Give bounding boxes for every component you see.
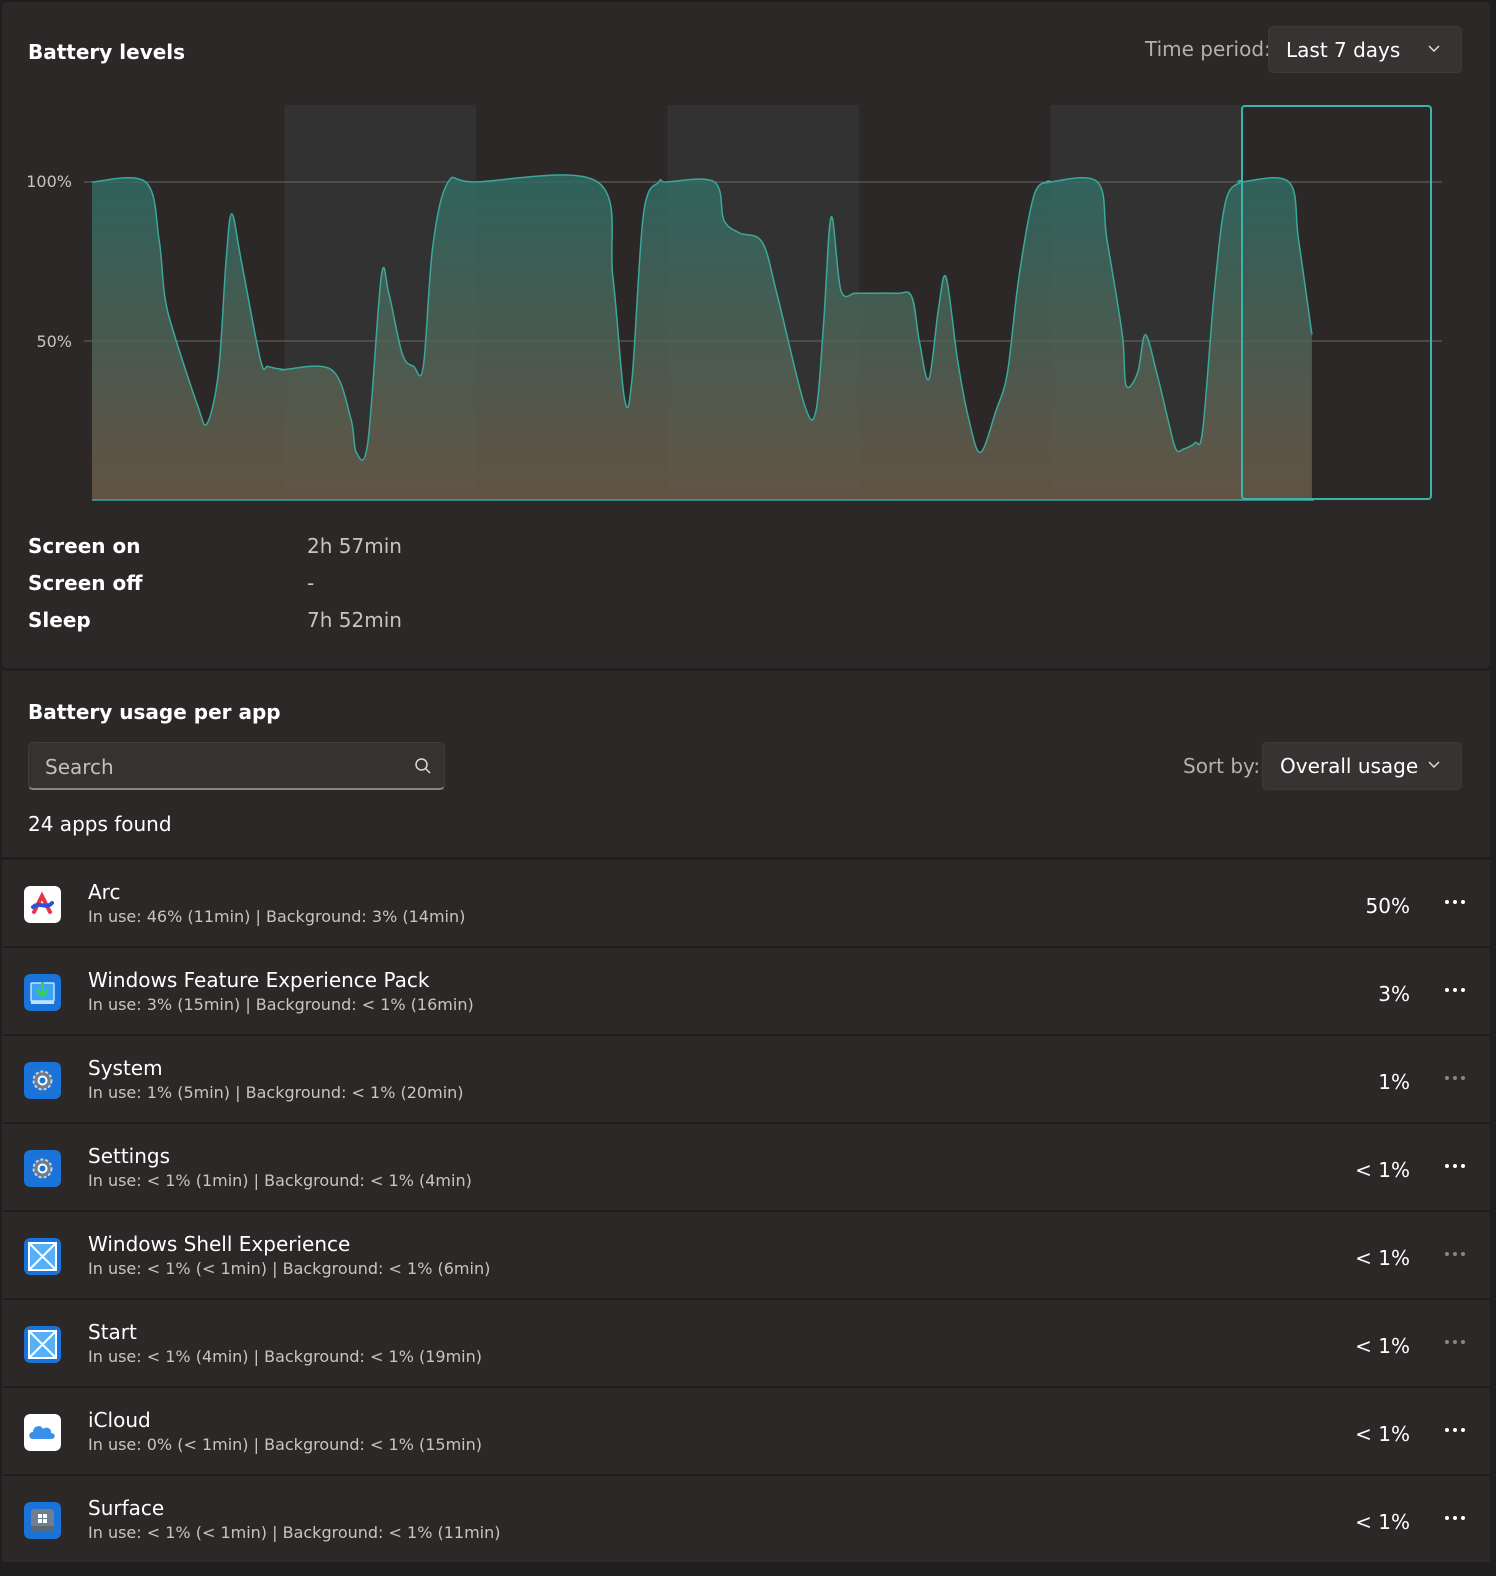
app-usage-percent: 50% [1365, 894, 1410, 918]
app-usage-detail: In use: < 1% (1min) | Background: < 1% (… [88, 1171, 472, 1190]
battery-levels-title: Battery levels [28, 40, 186, 64]
feature-pack-icon [24, 974, 61, 1011]
app-row-settings[interactable]: Settings In use: < 1% (1min) | Backgroun… [2, 1124, 1490, 1210]
app-row-icloud[interactable]: iCloud In use: 0% (< 1min) | Background:… [2, 1388, 1490, 1474]
app-usage-detail: In use: 1% (5min) | Background: < 1% (20… [88, 1083, 464, 1102]
cloud-icon [24, 1414, 61, 1451]
more-options-icon[interactable] [1440, 1418, 1470, 1442]
screen-off-label: Screen off [28, 571, 143, 595]
app-usage-percent: < 1% [1355, 1510, 1410, 1534]
app-name: Surface [88, 1496, 165, 1520]
app-name: Windows Shell Experience [88, 1232, 351, 1256]
app-row-system[interactable]: System In use: 1% (5min) | Background: <… [2, 1036, 1490, 1122]
screen-off-value: - [307, 571, 315, 595]
gear-icon [24, 1062, 61, 1099]
more-options-icon[interactable] [1440, 978, 1470, 1002]
chevron-down-icon [1428, 761, 1440, 768]
app-name: Windows Feature Experience Pack [88, 968, 430, 992]
sort-value: Overall usage [1280, 754, 1419, 778]
usage-title: Battery usage per app [28, 700, 281, 724]
app-usage-detail: In use: 46% (11min) | Background: 3% (14… [88, 907, 466, 926]
app-usage-percent: < 1% [1355, 1246, 1410, 1270]
search-box[interactable] [28, 742, 445, 790]
app-usage-detail: In use: 0% (< 1min) | Background: < 1% (… [88, 1435, 483, 1454]
sleep-value: 7h 52min [307, 608, 402, 632]
chevron-down-icon [1428, 45, 1440, 52]
arc-icon [24, 886, 61, 923]
more-options-icon[interactable] [1440, 890, 1470, 914]
screen-on-label: Screen on [28, 534, 141, 558]
app-usage-percent: < 1% [1355, 1158, 1410, 1182]
gear-icon [24, 1150, 61, 1187]
app-row-shell-experience[interactable]: Windows Shell Experience In use: < 1% (<… [2, 1212, 1490, 1298]
app-row-surface[interactable]: Surface In use: < 1% (< 1min) | Backgrou… [2, 1476, 1490, 1562]
app-name: Arc [88, 880, 121, 904]
app-usage-detail: In use: 3% (15min) | Background: < 1% (1… [88, 995, 474, 1014]
more-options-icon[interactable] [1440, 1154, 1470, 1178]
app-usage-detail: In use: < 1% (4min) | Background: < 1% (… [88, 1347, 483, 1366]
app-row-arc[interactable]: Arc In use: 46% (11min) | Background: 3%… [2, 860, 1490, 946]
app-name: Start [88, 1320, 137, 1344]
more-options-icon[interactable] [1440, 1506, 1470, 1530]
app-usage-detail: In use: < 1% (< 1min) | Background: < 1%… [88, 1523, 501, 1542]
screen-on-value: 2h 57min [307, 534, 402, 558]
apps-found-count: 24 apps found [28, 812, 172, 836]
search-icon[interactable] [414, 757, 432, 775]
search-input[interactable] [43, 753, 387, 781]
app-usage-percent: 3% [1378, 982, 1410, 1006]
placeholder-app-icon [24, 1326, 61, 1363]
more-options-icon[interactable] [1440, 1066, 1470, 1090]
app-usage-detail: In use: < 1% (< 1min) | Background: < 1%… [88, 1259, 491, 1278]
app-usage-percent: < 1% [1355, 1422, 1410, 1446]
placeholder-app-icon [24, 1238, 61, 1275]
sort-label: Sort by: [1183, 754, 1261, 778]
app-name: System [88, 1056, 163, 1080]
y-tick-50: 50% [36, 332, 72, 351]
sort-dropdown[interactable]: Overall usage [1262, 742, 1462, 790]
more-options-icon[interactable] [1440, 1242, 1470, 1266]
app-row-feature-pack[interactable]: Windows Feature Experience Pack In use: … [2, 948, 1490, 1034]
time-period-dropdown[interactable]: Last 7 days [1268, 26, 1462, 73]
sleep-label: Sleep [28, 608, 91, 632]
time-period-value: Last 7 days [1286, 38, 1401, 62]
app-row-start[interactable]: Start In use: < 1% (4min) | Background: … [2, 1300, 1490, 1386]
app-name: Settings [88, 1144, 171, 1168]
y-tick-100: 100% [26, 172, 72, 191]
time-period-label: Time period: [1145, 37, 1271, 61]
app-usage-percent: 1% [1378, 1070, 1410, 1094]
surface-icon [24, 1502, 61, 1539]
app-usage-percent: < 1% [1355, 1334, 1410, 1358]
app-name: iCloud [88, 1408, 151, 1432]
battery-level-chart: 100% 50% [26, 105, 1442, 501]
more-options-icon[interactable] [1440, 1330, 1470, 1354]
